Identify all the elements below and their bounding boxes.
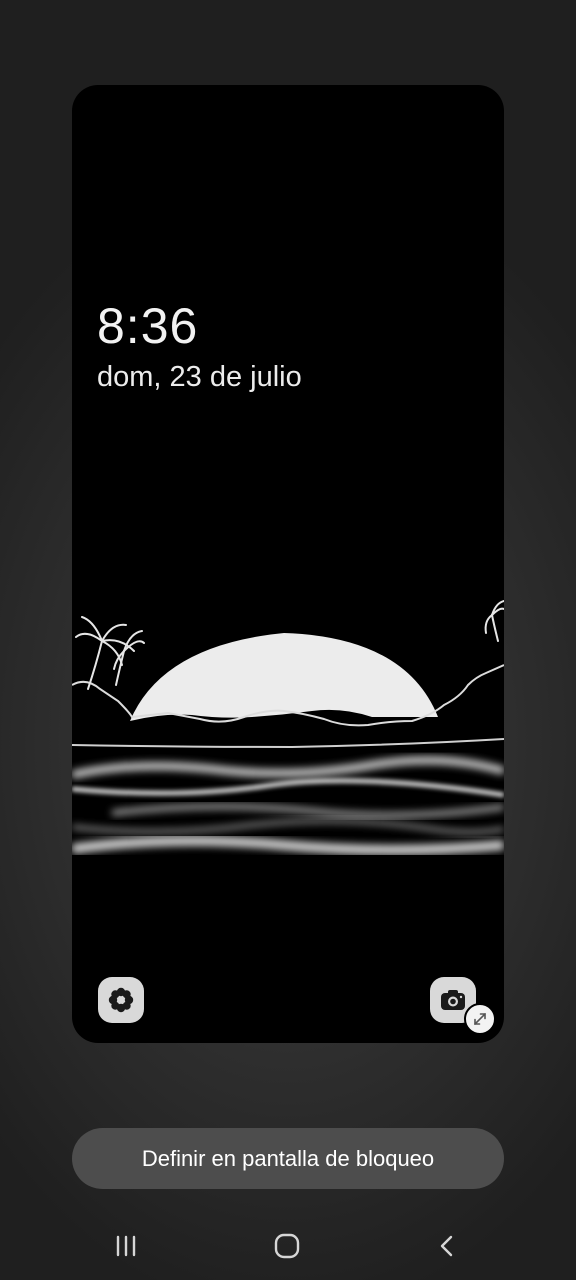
lock-screen-date: dom, 23 de julio — [97, 361, 302, 393]
back-chevron-icon — [440, 1235, 453, 1257]
home-button[interactable] — [267, 1228, 307, 1264]
expand-badge[interactable] — [464, 1003, 496, 1035]
camera-icon — [441, 990, 465, 1010]
sunset-beach-wallpaper — [72, 600, 504, 855]
home-icon — [274, 1233, 300, 1259]
expand-arrows-icon — [474, 1013, 486, 1025]
recent-apps-icon — [116, 1235, 136, 1257]
navigation-bar — [0, 1210, 576, 1280]
lock-screen-clock: 8:36 — [97, 298, 199, 354]
set-lock-screen-button[interactable]: Definir en pantalla de bloqueo — [72, 1128, 504, 1189]
sun-shape — [130, 633, 438, 721]
flower-icon — [108, 987, 134, 1013]
recent-apps-button[interactable] — [106, 1228, 146, 1264]
flower-shortcut[interactable] — [98, 977, 144, 1023]
lock-screen-preview: 8:36 dom, 23 de julio — [72, 85, 504, 1043]
back-button[interactable] — [428, 1228, 468, 1264]
left-palm-trees — [75, 616, 145, 690]
right-palm-tree — [484, 600, 504, 642]
